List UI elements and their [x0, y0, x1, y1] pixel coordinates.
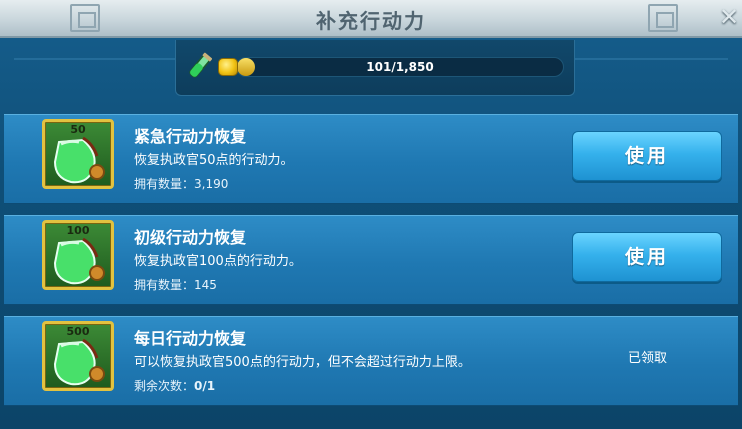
ornament-icon: [648, 4, 678, 32]
use-button[interactable]: 使用: [572, 232, 722, 282]
potion-bottle-icon: [53, 136, 105, 184]
list-item: 50 紧急行动力恢复 恢复执政官50点的行动力。 拥有数量：3,190 使用: [4, 114, 738, 204]
potion-bottle-icon: [53, 338, 105, 386]
remaining-value: 0/1: [194, 379, 216, 393]
energy-bar: 101/1,850: [236, 57, 564, 77]
owned-value: 145: [194, 278, 217, 292]
item-description: 可以恢复执政官500点的行动力，但不会超过行动力上限。: [134, 355, 471, 370]
item-owned: 拥有数量：145: [134, 276, 217, 293]
use-button[interactable]: 使用: [572, 131, 722, 181]
title-bar: 补充行动力: [0, 0, 742, 38]
owned-label: 拥有数量：: [134, 177, 195, 191]
close-button[interactable]: ✕: [716, 4, 742, 30]
item-title: 紧急行动力恢复: [134, 127, 247, 146]
remaining-label: 剩余次数：: [134, 379, 195, 393]
claimed-status: 已领取: [628, 351, 668, 366]
item-icon-frame[interactable]: 100: [42, 220, 114, 290]
energy-value: 101/1,850: [366, 60, 434, 74]
owned-value: 3,190: [194, 177, 229, 191]
item-description: 恢复执政官100点的行动力。: [134, 254, 302, 269]
potion-icon: [189, 52, 212, 78]
item-icon-frame[interactable]: 500: [42, 321, 114, 391]
owned-label: 拥有数量：: [134, 278, 195, 292]
item-icon-frame[interactable]: 50: [42, 119, 114, 189]
list-item: 500 每日行动力恢复 可以恢复执政官500点的行动力，但不会超过行动力上限。 …: [4, 316, 738, 406]
item-owned: 剩余次数：0/1: [134, 377, 215, 394]
item-title: 每日行动力恢复: [134, 329, 247, 348]
page-title: 补充行动力: [316, 9, 426, 33]
energy-token-icon: [218, 58, 238, 76]
item-title: 初级行动力恢复: [134, 228, 247, 247]
energy-panel: 101/1,850: [175, 40, 575, 96]
item-owned: 拥有数量：3,190: [134, 175, 228, 192]
item-description: 恢复执政官50点的行动力。: [134, 153, 294, 168]
potion-bottle-icon: [53, 237, 105, 285]
list-item: 100 初级行动力恢复 恢复执政官100点的行动力。 拥有数量：145 使用: [4, 215, 738, 305]
